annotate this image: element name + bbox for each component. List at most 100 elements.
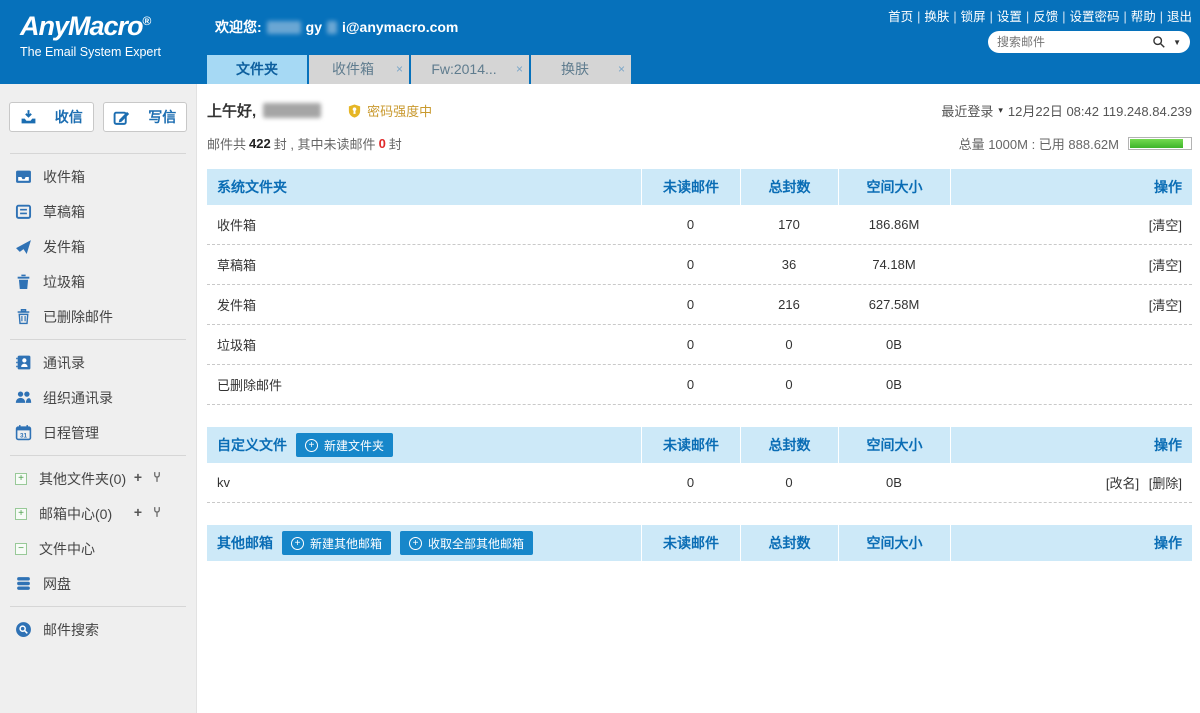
mail-search-box[interactable]: ▼ — [988, 31, 1190, 53]
link-skin[interactable]: 换肤 — [924, 10, 949, 24]
close-icon[interactable]: × — [516, 55, 523, 84]
sidebar-item-label: 文件中心 — [39, 539, 95, 559]
unread-value: 0 — [641, 377, 740, 392]
section-header: 系统文件夹 未读邮件 总封数 空间大小 操作 — [207, 169, 1192, 205]
column-unread: 未读邮件 — [641, 525, 740, 561]
link-set-password[interactable]: 设置密码 — [1069, 10, 1119, 24]
link-home[interactable]: 首页 — [888, 10, 913, 24]
search-caret-icon[interactable]: ▼ — [1173, 38, 1181, 47]
column-total: 总封数 — [740, 525, 838, 561]
expand-icon[interactable]: + — [15, 473, 27, 485]
last-login[interactable]: 最近登录 ▾ 12月22日 08:42 119.248.84.239 — [941, 101, 1192, 120]
size-value: 0B — [838, 337, 950, 352]
mail-search-icon — [15, 621, 32, 638]
section-title: 自定义文件 — [217, 435, 287, 455]
sidebar-item-junk[interactable]: 垃圾箱 — [0, 264, 196, 299]
search-input[interactable] — [997, 35, 1152, 49]
size-value: 0B — [838, 475, 950, 490]
sidebar-item-label: 其他文件夹(0) — [39, 469, 126, 489]
expand-icon[interactable]: + — [15, 508, 27, 520]
inbox-icon — [15, 168, 32, 185]
section-header: 自定义文件 + 新建文件夹 未读邮件 总封数 空间大小 操作 — [207, 427, 1192, 463]
sidebar-item-calendar[interactable]: 31 日程管理 — [0, 415, 196, 450]
compose-mail-button[interactable]: 写信 — [103, 102, 188, 132]
column-unread: 未读邮件 — [641, 169, 740, 205]
link-separator: | — [1123, 10, 1126, 24]
link-separator: | — [1160, 10, 1163, 24]
people-icon — [15, 389, 32, 406]
tab-label: 收件箱 — [332, 61, 374, 77]
link-lock[interactable]: 锁屏 — [961, 10, 986, 24]
password-strength-badge[interactable]: 密码强度中 — [347, 101, 432, 120]
quota-bar — [1128, 137, 1192, 150]
link-logout[interactable]: 退出 — [1167, 10, 1192, 24]
welcome-text: 欢迎您: gy i@anymacro.com — [215, 17, 458, 37]
collapse-icon[interactable]: − — [15, 543, 27, 555]
size-value: 627.58M — [838, 297, 950, 312]
sidebar-item-drafts[interactable]: 草稿箱 — [0, 194, 196, 229]
total-value: 216 — [740, 297, 838, 312]
sidebar-item-inbox[interactable]: 收件箱 — [0, 159, 196, 194]
wrench-icon[interactable] — [151, 505, 163, 519]
sidebar-item-deleted[interactable]: 已删除邮件 — [0, 299, 196, 334]
blurred-username — [267, 21, 301, 34]
sidebar-item-org-contacts[interactable]: 组织通讯录 — [0, 380, 196, 415]
sidebar-item-file-center[interactable]: − 文件中心 — [0, 531, 196, 566]
tab-inbox[interactable]: 收件箱 × — [309, 55, 409, 84]
empty-folder-action[interactable]: [清空] — [1149, 218, 1182, 233]
sidebar-item-mail-search[interactable]: 邮件搜索 — [0, 612, 196, 647]
sidebar-item-label: 通讯录 — [43, 353, 85, 373]
svg-text:31: 31 — [20, 432, 28, 439]
column-size: 空间大小 — [838, 427, 950, 463]
app-window: AnyMacro® The Email System Expert 欢迎您: g… — [0, 0, 1200, 713]
link-help[interactable]: 帮助 — [1131, 10, 1156, 24]
add-mailbox-icon[interactable]: + — [134, 505, 142, 519]
stats-mid: 封 , 其中未读邮件 — [274, 134, 376, 153]
sidebar-item-label: 草稿箱 — [43, 202, 85, 222]
sidebar-item-mailbox-center[interactable]: + 邮箱中心(0) + — [0, 496, 196, 531]
folder-name: 收件箱 — [207, 215, 641, 234]
blurred-display-name — [263, 103, 321, 118]
new-folder-button[interactable]: + 新建文件夹 — [296, 433, 393, 457]
search-icon[interactable] — [1152, 35, 1166, 49]
close-icon[interactable]: × — [618, 55, 625, 84]
unread-value: 0 — [641, 297, 740, 312]
table-row: 草稿箱 0 36 74.18M [清空] — [207, 245, 1192, 285]
sidebar-item-label: 组织通讯录 — [43, 388, 113, 408]
new-other-mailbox-button[interactable]: + 新建其他邮箱 — [282, 531, 391, 555]
sidebar-item-other-folders[interactable]: + 其他文件夹(0) + — [0, 461, 196, 496]
receive-mail-button[interactable]: 收信 — [9, 102, 94, 132]
size-value: 74.18M — [838, 257, 950, 272]
sidebar-item-netdisk[interactable]: 网盘 — [0, 566, 196, 601]
empty-folder-action[interactable]: [清空] — [1149, 298, 1182, 313]
sidebar-item-label: 邮件搜索 — [43, 620, 99, 640]
plus-circle-icon: + — [409, 537, 422, 550]
shield-icon — [347, 103, 362, 119]
column-total: 总封数 — [740, 169, 838, 205]
sidebar-item-contacts[interactable]: 通讯录 — [0, 345, 196, 380]
rename-folder-action[interactable]: [改名] — [1106, 476, 1139, 491]
column-ops: 操作 — [950, 169, 1192, 205]
caret-down-icon[interactable]: ▾ — [998, 105, 1003, 116]
tab-folders[interactable]: 文件夹 — [207, 55, 307, 84]
delete-folder-action[interactable]: [删除] — [1149, 476, 1182, 491]
sidebar-item-label: 垃圾箱 — [43, 272, 85, 292]
trash-icon — [15, 273, 32, 290]
wrench-icon[interactable] — [151, 470, 163, 484]
link-settings[interactable]: 设置 — [997, 10, 1022, 24]
sidebar-item-sent[interactable]: 发件箱 — [0, 229, 196, 264]
tab-skin[interactable]: 换肤× — [531, 55, 631, 84]
empty-folder-action[interactable]: [清空] — [1149, 258, 1182, 273]
add-folder-icon[interactable]: + — [134, 470, 142, 484]
other-mailboxes-section: 其他邮箱 + 新建其他邮箱 + 收取全部其他邮箱 未读邮件 总封数 空间大小 操… — [207, 525, 1192, 561]
quota-text: 总量 1000M : 已用 888.62M — [959, 134, 1119, 153]
column-size: 空间大小 — [838, 169, 950, 205]
tab-fw-mail[interactable]: Fw:2014...× — [411, 55, 529, 84]
header-links: 首页|换肤|锁屏|设置|反馈|设置密码|帮助|退出 — [888, 6, 1192, 25]
table-row: 发件箱 0 216 627.58M [清空] — [207, 285, 1192, 325]
fetch-all-mailboxes-button[interactable]: + 收取全部其他邮箱 — [400, 531, 533, 555]
compose-mail-label: 写信 — [148, 107, 176, 127]
column-size: 空间大小 — [838, 525, 950, 561]
close-icon[interactable]: × — [396, 55, 403, 84]
link-feedback[interactable]: 反馈 — [1033, 10, 1058, 24]
